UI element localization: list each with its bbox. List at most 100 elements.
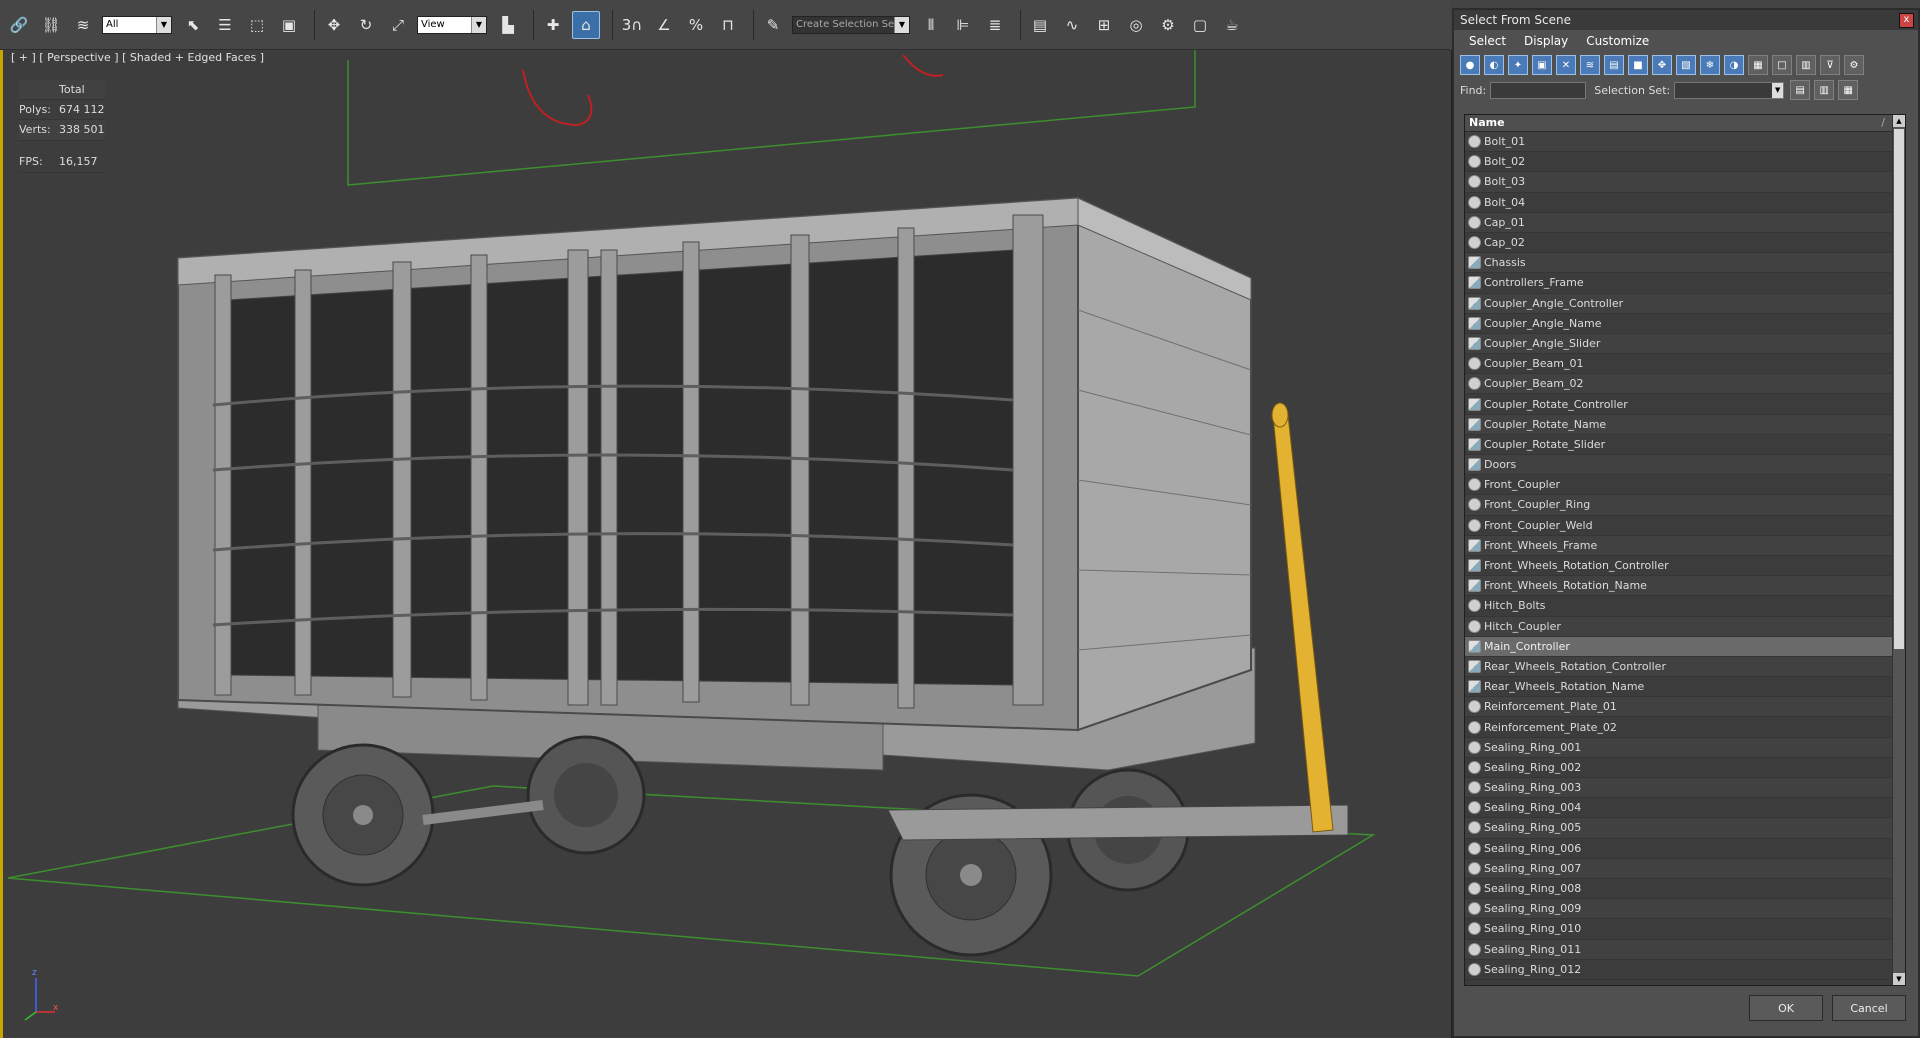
list-item[interactable]: Sealing_Ring_005: [1465, 818, 1893, 839]
display-all-icon[interactable]: ▦: [1748, 55, 1768, 75]
list-scrollbar[interactable]: ▲ ▼: [1892, 115, 1905, 985]
select-none-icon[interactable]: ▥: [1814, 80, 1835, 100]
list-item[interactable]: Coupler_Angle_Slider: [1465, 333, 1893, 355]
display-cameras-icon[interactable]: ▣: [1532, 55, 1552, 75]
snap-toggle-icon[interactable]: ⊓: [715, 12, 741, 38]
list-item[interactable]: Sealing_Ring_012: [1465, 960, 1893, 980]
select-all-icon[interactable]: ▤: [1790, 80, 1811, 100]
layer-manager-icon[interactable]: ≣: [982, 12, 1008, 38]
list-item[interactable]: Front_Wheels_Rotation_Name: [1465, 576, 1893, 597]
filter-icon[interactable]: ⊽: [1820, 55, 1840, 75]
list-item[interactable]: Sealing_Ring_002: [1465, 758, 1893, 778]
perspective-viewport[interactable]: [ + ] [ Perspective ] [ Shaded + Edged F…: [0, 50, 1452, 1038]
list-item[interactable]: Coupler_Beam_02: [1465, 374, 1893, 395]
list-item[interactable]: Coupler_Beam_01: [1465, 354, 1893, 375]
list-item[interactable]: Bolt_04: [1465, 193, 1893, 213]
schematic-view-icon[interactable]: ⊞: [1091, 12, 1117, 38]
menu-customize[interactable]: Customize: [1586, 34, 1649, 48]
pivot-icon[interactable]: ▙: [495, 12, 521, 38]
list-item[interactable]: Doors: [1465, 455, 1893, 476]
move-icon[interactable]: ✥: [321, 12, 347, 38]
list-item[interactable]: Coupler_Rotate_Name: [1465, 414, 1893, 435]
display-shapes-icon[interactable]: ◐: [1484, 55, 1504, 75]
edit-named-sets-icon[interactable]: ✎: [760, 12, 786, 38]
list-item[interactable]: Coupler_Rotate_Slider: [1465, 435, 1893, 455]
list-item[interactable]: Sealing_Ring_008: [1465, 879, 1893, 900]
ok-button[interactable]: OK: [1749, 995, 1823, 1021]
list-item[interactable]: Coupler_Rotate_Controller: [1465, 394, 1893, 415]
rotate-icon[interactable]: ↻: [353, 12, 379, 38]
close-icon[interactable]: x: [1899, 13, 1914, 28]
select-link-icon[interactable]: 🔗: [6, 12, 32, 38]
list-item[interactable]: Front_Coupler_Ring: [1465, 495, 1893, 516]
select-by-name-icon[interactable]: ☰: [212, 12, 238, 38]
list-item[interactable]: Hitch_Coupler: [1465, 616, 1893, 637]
list-item[interactable]: Front_Wheels_Frame: [1465, 535, 1893, 556]
list-item[interactable]: Cap_02: [1465, 233, 1893, 254]
find-input[interactable]: [1490, 81, 1587, 99]
scene-explorer-icon[interactable]: ▤: [1027, 12, 1053, 38]
render-icon[interactable]: ☕: [1219, 12, 1245, 38]
list-item[interactable]: Sealing_Ring_004: [1465, 798, 1893, 819]
menu-select[interactable]: Select: [1469, 34, 1506, 48]
percent-snap-icon[interactable]: %: [683, 12, 709, 38]
rendered-frame-icon[interactable]: ▢: [1187, 12, 1213, 38]
list-item[interactable]: Bolt_01: [1465, 132, 1893, 153]
selection-filter-dropdown[interactable]: All ▼: [102, 15, 172, 34]
display-none-icon[interactable]: □: [1772, 55, 1792, 75]
column-header-name[interactable]: Name /: [1465, 115, 1905, 132]
list-item[interactable]: Reinforcement_Plate_02: [1465, 717, 1893, 738]
angle-snap-icon[interactable]: ∠: [651, 12, 677, 38]
list-item[interactable]: Chassis: [1465, 253, 1893, 274]
list-item[interactable]: Front_Wheels_Rotation_Controller: [1465, 556, 1893, 577]
reference-coordinate-dropdown[interactable]: View ▼: [417, 15, 487, 34]
select-invert-icon[interactable]: ▦: [1838, 80, 1859, 100]
list-item[interactable]: Controllers_Frame: [1465, 273, 1893, 294]
list-item[interactable]: Sealing_Ring_010: [1465, 919, 1893, 940]
display-helpers-icon[interactable]: ✕: [1556, 55, 1576, 75]
list-item[interactable]: Sealing_Ring_007: [1465, 858, 1893, 879]
bind-spacewarp-icon[interactable]: ≋: [70, 12, 96, 38]
list-item[interactable]: Cap_01: [1465, 212, 1893, 233]
list-item[interactable]: Sealing_Ring_006: [1465, 839, 1893, 859]
render-setup-icon[interactable]: ⚙: [1155, 12, 1181, 38]
select-manipulate-icon[interactable]: ✚: [540, 12, 566, 38]
list-item[interactable]: Sealing_Ring_009: [1465, 899, 1893, 920]
scale-icon[interactable]: ⤢: [385, 12, 411, 38]
filter-settings-icon[interactable]: ⚙: [1844, 55, 1864, 75]
list-item[interactable]: Sealing_Ring_003: [1465, 778, 1893, 799]
curve-editor-icon[interactable]: ∿: [1059, 12, 1085, 38]
display-frozen-icon[interactable]: ❄: [1700, 55, 1720, 75]
scroll-up-icon[interactable]: ▲: [1893, 115, 1905, 127]
scroll-down-icon[interactable]: ▼: [1893, 973, 1905, 985]
list-item[interactable]: Coupler_Angle_Name: [1465, 314, 1893, 334]
list-item[interactable]: Main_Controller: [1465, 636, 1893, 657]
spinner-snap-icon[interactable]: 3 ∩: [619, 12, 645, 38]
viewport-label-menu[interactable]: [ + ] [ Perspective ] [ Shaded + Edged F…: [11, 51, 264, 64]
display-spacewarps-icon[interactable]: ≋: [1580, 55, 1600, 75]
list-item[interactable]: Rear_Wheels_Rotation_Name: [1465, 677, 1893, 698]
list-item[interactable]: Hitch_Bolts: [1465, 596, 1893, 617]
display-geometry-icon[interactable]: ●: [1460, 55, 1480, 75]
display-containers-icon[interactable]: ▧: [1676, 55, 1696, 75]
rect-region-icon[interactable]: ⬚: [244, 12, 270, 38]
selection-set-dropdown[interactable]: ▼: [1674, 81, 1785, 99]
display-bones-icon[interactable]: ✥: [1652, 55, 1672, 75]
list-item[interactable]: Reinforcement_Plate_01: [1465, 697, 1893, 718]
display-invert-icon[interactable]: ▥: [1796, 55, 1816, 75]
list-item[interactable]: Sealing_Ring_001: [1465, 737, 1893, 758]
named-selection-set-dropdown[interactable]: Create Selection Se ▼: [792, 15, 910, 34]
cancel-button[interactable]: Cancel: [1832, 995, 1906, 1021]
list-item[interactable]: Sealing_Ring_011: [1465, 939, 1893, 960]
list-item[interactable]: Front_Coupler: [1465, 475, 1893, 496]
list-item[interactable]: Bolt_03: [1465, 172, 1893, 193]
scroll-thumb[interactable]: [1894, 129, 1904, 649]
select-object-icon[interactable]: ⬉: [180, 12, 206, 38]
list-item[interactable]: Coupler_Angle_Controller: [1465, 293, 1893, 314]
keyboard-shortcut-icon[interactable]: ⌂: [572, 10, 600, 39]
object-list[interactable]: Name / Bolt_01 Bolt_02 Bolt_03 Bolt_04 Cap_01…: [1464, 114, 1906, 986]
dialog-title-bar[interactable]: Select From Scene x: [1454, 10, 1918, 30]
mirror-icon[interactable]: ⫴: [918, 12, 944, 38]
menu-display[interactable]: Display: [1524, 34, 1568, 48]
window-crossing-icon[interactable]: ▣: [276, 12, 302, 38]
